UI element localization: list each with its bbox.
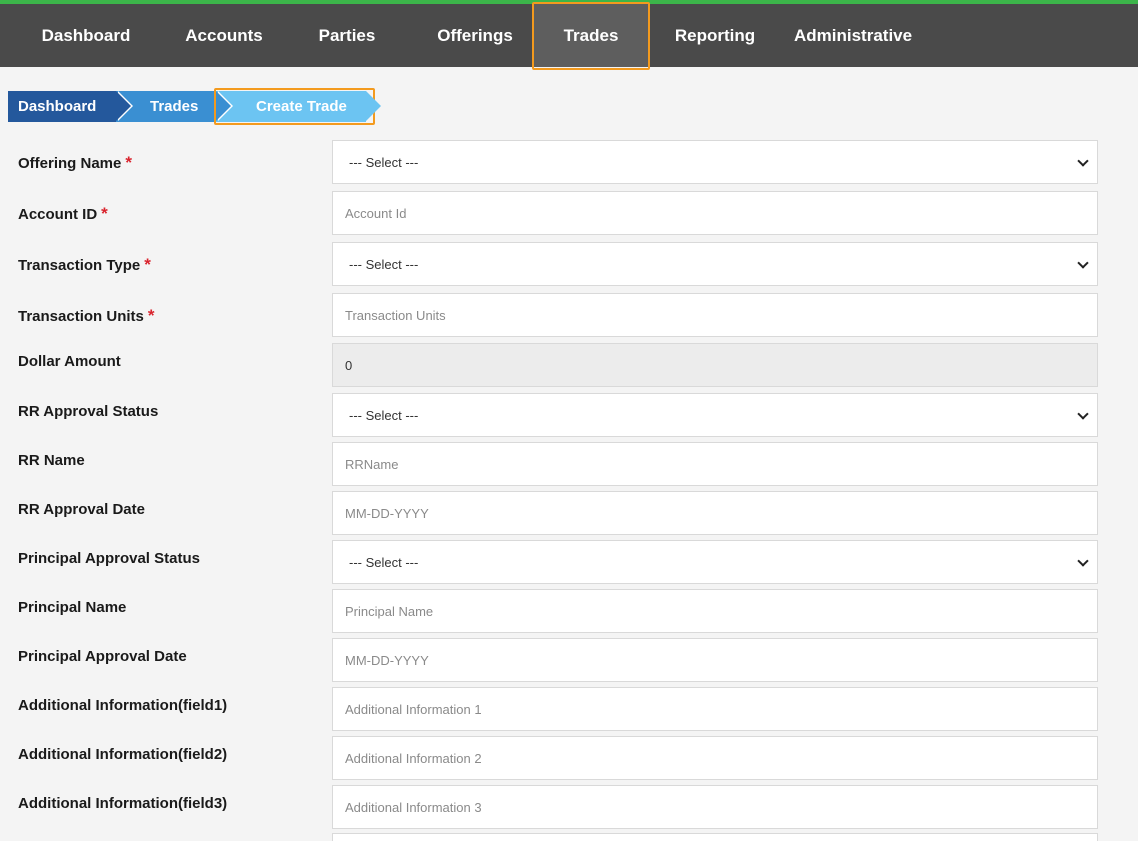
nav-trades[interactable]: Trades — [532, 2, 650, 70]
principal-approval-date-input[interactable]: MM-DD-YYYY — [332, 638, 1098, 682]
nav-accounts[interactable]: Accounts — [172, 4, 276, 67]
required-marker: * — [125, 153, 132, 172]
breadcrumb-dashboard-label: Dashboard — [18, 98, 97, 115]
additional-info-3-input[interactable]: Additional Information 3 — [332, 785, 1098, 829]
principal-approval-status-label: Principal Approval Status — [18, 550, 200, 567]
additional-info-2-label: Additional Information(field2) — [18, 746, 228, 763]
principal-approval-date-label: Principal Approval Date — [18, 648, 187, 665]
principal-approval-status-value: --- Select --- — [349, 554, 419, 570]
nav-offerings[interactable]: Offerings — [418, 4, 532, 67]
dollar-amount-label: Dollar Amount — [18, 353, 121, 370]
nav-reporting-label: Reporting — [674, 25, 756, 45]
breadcrumb-create-trade-label: Create Trade — [256, 98, 347, 115]
required-marker: * — [101, 204, 108, 223]
breadcrumb-create-trade: Create Trade — [216, 91, 381, 122]
breadcrumb-arrow — [366, 91, 381, 121]
additional-info-3-label: Additional Information(field3) — [18, 795, 228, 812]
transaction-units-input[interactable]: Transaction Units — [332, 293, 1098, 337]
breadcrumb: Dashboard Trades Create Trade — [8, 91, 381, 122]
offering-name-value: --- Select --- — [349, 154, 419, 170]
account-id-placeholder: Account Id — [345, 205, 407, 221]
rr-name-label: RR Name — [18, 452, 85, 469]
rr-name-input[interactable]: RRName — [332, 442, 1098, 486]
chevron-down-icon — [1077, 408, 1089, 420]
main-nav: Dashboard Accounts Parties Offerings Tra… — [0, 2, 1138, 70]
nav-administrative-label: Administrative — [794, 25, 913, 45]
transaction-type-select[interactable]: --- Select --- — [332, 242, 1098, 286]
nav-parties-label: Parties — [318, 25, 376, 45]
nav-offerings-label: Offerings — [437, 25, 513, 45]
rr-approval-status-label: RR Approval Status — [18, 403, 159, 420]
additional-info-2-input[interactable]: Additional Information 2 — [332, 736, 1098, 780]
nav-parties[interactable]: Parties — [276, 4, 418, 67]
additional-info-1-label: Additional Information(field1) — [18, 697, 228, 714]
principal-name-input[interactable]: Principal Name — [332, 589, 1098, 633]
rr-name-placeholder: RRName — [345, 456, 399, 472]
required-marker: * — [144, 255, 151, 274]
nav-trades-label: Trades — [563, 25, 619, 45]
next-field-input[interactable] — [332, 833, 1098, 841]
account-id-label: Account ID * — [18, 204, 108, 223]
offering-name-label: Offering Name * — [18, 153, 132, 172]
nav-administrative[interactable]: Administrative — [780, 4, 912, 67]
nav-accounts-label: Accounts — [185, 25, 263, 45]
transaction-units-placeholder: Transaction Units — [345, 307, 446, 323]
rr-approval-date-input[interactable]: MM-DD-YYYY — [332, 491, 1098, 535]
chevron-down-icon — [1077, 155, 1089, 167]
additional-info-1-placeholder: Additional Information 1 — [345, 701, 482, 717]
principal-name-label: Principal Name — [18, 599, 127, 616]
principal-approval-date-placeholder: MM-DD-YYYY — [345, 652, 429, 668]
chevron-down-icon — [1077, 257, 1089, 269]
breadcrumb-arrow — [216, 91, 231, 121]
principal-approval-status-select[interactable]: --- Select --- — [332, 540, 1098, 584]
top-nav-bar: Dashboard Accounts Parties Offerings Tra… — [0, 0, 1138, 70]
account-id-input[interactable]: Account Id — [332, 191, 1098, 235]
nav-dashboard[interactable]: Dashboard — [0, 4, 172, 67]
dollar-amount-value: 0 — [345, 357, 353, 373]
dollar-amount-field: 0 — [332, 343, 1098, 387]
rr-approval-status-select[interactable]: --- Select --- — [332, 393, 1098, 437]
transaction-units-label: Transaction Units * — [18, 306, 155, 325]
nav-dashboard-label: Dashboard — [41, 25, 131, 45]
offering-name-select[interactable]: --- Select --- — [332, 140, 1098, 184]
rr-approval-date-placeholder: MM-DD-YYYY — [345, 505, 429, 521]
additional-info-3-placeholder: Additional Information 3 — [345, 799, 482, 815]
breadcrumb-dashboard[interactable]: Dashboard — [8, 91, 133, 122]
additional-info-1-input[interactable]: Additional Information 1 — [332, 687, 1098, 731]
transaction-type-value: --- Select --- — [349, 256, 419, 272]
breadcrumb-trades-label: Trades — [150, 98, 199, 115]
chevron-down-icon — [1077, 555, 1089, 567]
breadcrumb-arrow — [116, 91, 131, 121]
rr-approval-date-label: RR Approval Date — [18, 501, 145, 518]
principal-name-placeholder: Principal Name — [345, 603, 434, 619]
required-marker: * — [147, 306, 155, 325]
transaction-type-label: Transaction Type * — [18, 255, 151, 274]
rr-approval-status-value: --- Select --- — [349, 407, 419, 423]
nav-reporting[interactable]: Reporting — [650, 4, 780, 67]
additional-info-2-placeholder: Additional Information 2 — [345, 750, 482, 766]
